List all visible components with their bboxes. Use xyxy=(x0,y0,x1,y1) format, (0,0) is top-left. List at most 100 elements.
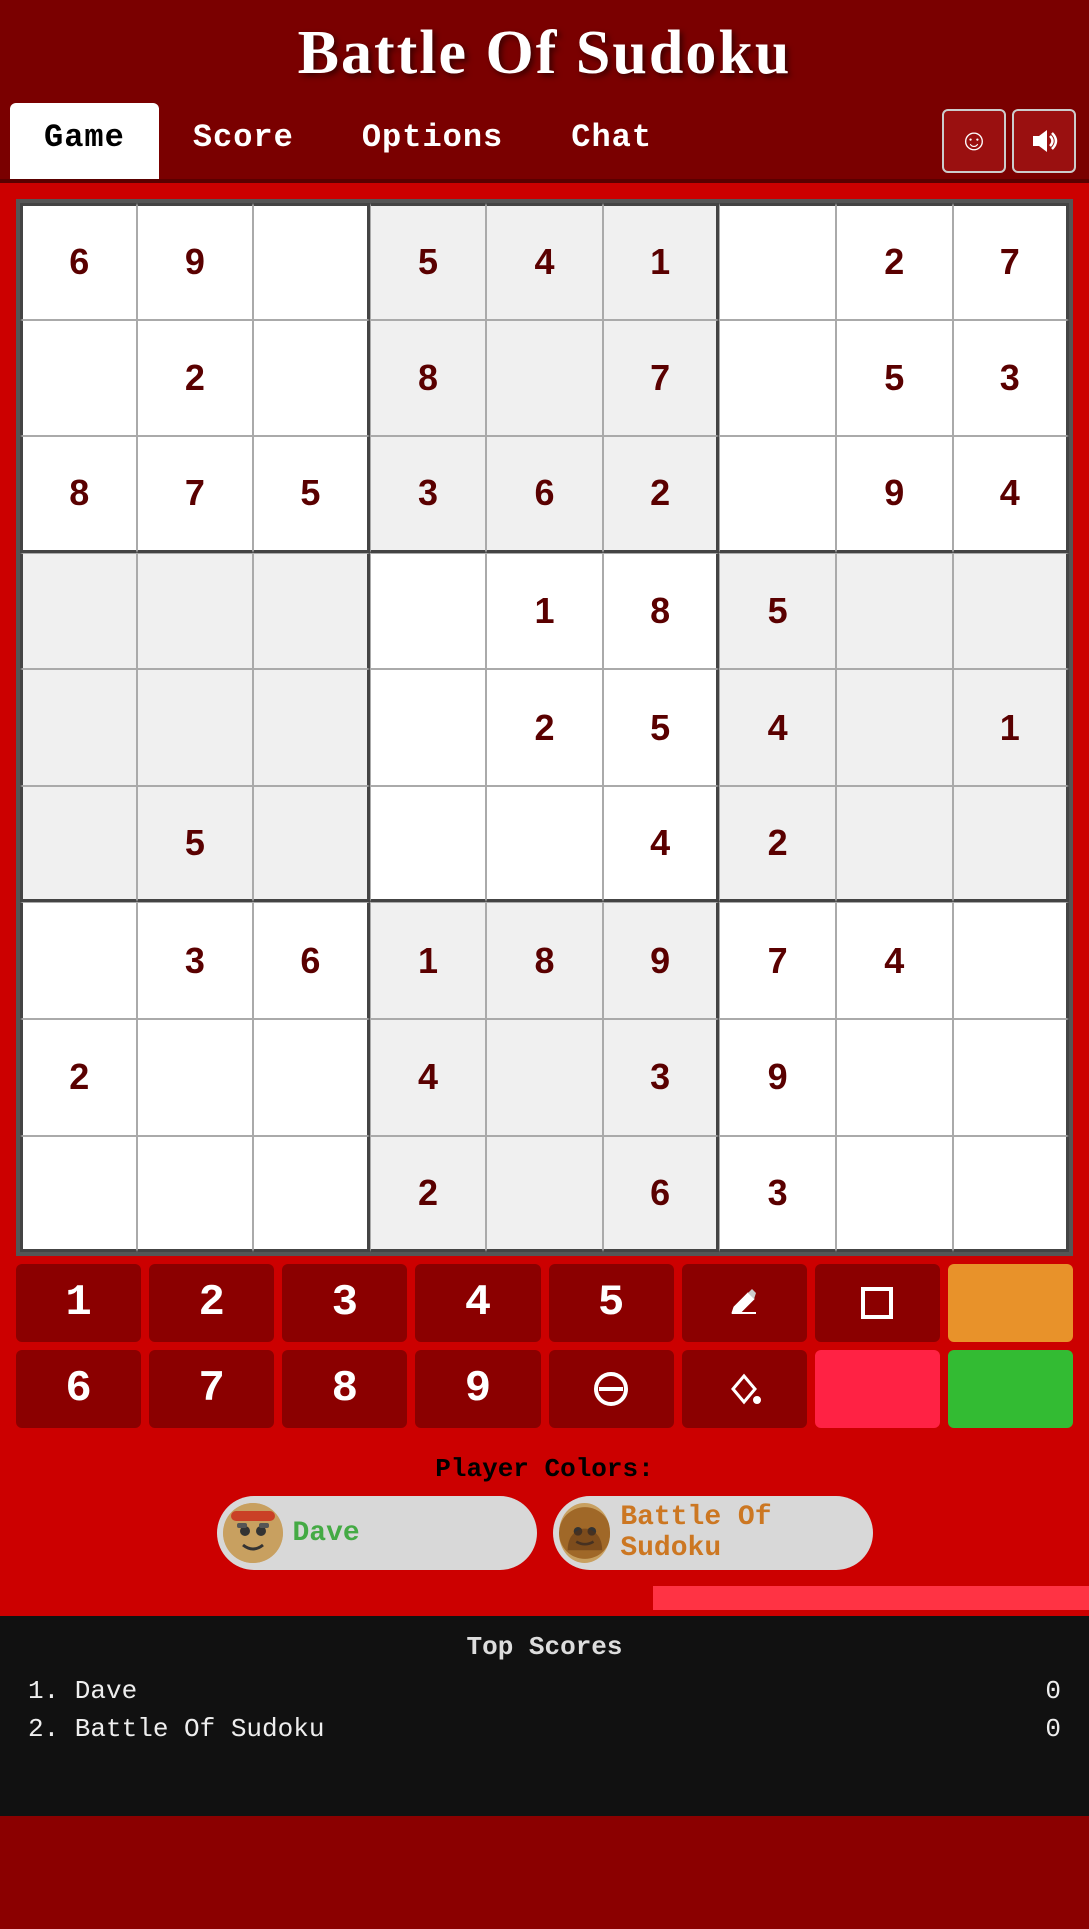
cell[interactable]: 3 xyxy=(370,436,487,553)
cell[interactable] xyxy=(953,553,1070,670)
cell[interactable]: 1 xyxy=(486,553,603,670)
cell[interactable] xyxy=(719,320,836,437)
cell[interactable] xyxy=(836,1136,953,1253)
num-btn-6[interactable]: 6 xyxy=(16,1350,141,1428)
num-btn-4[interactable]: 4 xyxy=(415,1264,540,1342)
cell[interactable]: 2 xyxy=(486,669,603,786)
cell[interactable] xyxy=(953,1019,1070,1136)
cell[interactable]: 5 xyxy=(137,786,254,903)
cell[interactable]: 4 xyxy=(603,786,720,903)
cell[interactable]: 6 xyxy=(603,1136,720,1253)
cell[interactable]: 8 xyxy=(486,902,603,1019)
num-btn-9[interactable]: 9 xyxy=(415,1350,540,1428)
cell[interactable]: 5 xyxy=(603,669,720,786)
cell[interactable]: 2 xyxy=(370,1136,487,1253)
cell[interactable]: 7 xyxy=(137,436,254,553)
cell[interactable] xyxy=(370,553,487,670)
cell[interactable]: 4 xyxy=(953,436,1070,553)
tab-options[interactable]: Options xyxy=(328,103,537,179)
cell[interactable]: 1 xyxy=(370,902,487,1019)
cell[interactable]: 2 xyxy=(836,203,953,320)
cell[interactable] xyxy=(719,436,836,553)
cell[interactable]: 7 xyxy=(719,902,836,1019)
cell[interactable]: 9 xyxy=(719,1019,836,1136)
tab-game[interactable]: Game xyxy=(10,103,159,179)
color-green-btn[interactable] xyxy=(948,1350,1073,1428)
cell[interactable] xyxy=(253,553,370,670)
cell[interactable] xyxy=(836,553,953,670)
cell[interactable]: 2 xyxy=(719,786,836,903)
cell[interactable] xyxy=(719,203,836,320)
cell[interactable]: 5 xyxy=(253,436,370,553)
cell[interactable]: 9 xyxy=(836,436,953,553)
cell[interactable] xyxy=(20,902,137,1019)
cell[interactable] xyxy=(486,320,603,437)
cell[interactable] xyxy=(20,669,137,786)
cell[interactable] xyxy=(20,1136,137,1253)
cell[interactable]: 6 xyxy=(20,203,137,320)
cell[interactable] xyxy=(137,1019,254,1136)
cell[interactable]: 7 xyxy=(603,320,720,437)
cell[interactable] xyxy=(20,553,137,670)
fill-btn[interactable] xyxy=(682,1350,807,1428)
cell[interactable] xyxy=(370,669,487,786)
cell[interactable] xyxy=(953,902,1070,1019)
color-black-btn[interactable] xyxy=(815,1350,940,1428)
smiley-icon[interactable]: ☺ xyxy=(942,109,1006,173)
tab-score[interactable]: Score xyxy=(159,103,328,179)
cell[interactable] xyxy=(486,786,603,903)
cell[interactable]: 6 xyxy=(253,902,370,1019)
cell[interactable] xyxy=(20,320,137,437)
cell[interactable] xyxy=(253,786,370,903)
tab-chat[interactable]: Chat xyxy=(537,103,686,179)
cell[interactable]: 8 xyxy=(370,320,487,437)
cell[interactable]: 3 xyxy=(953,320,1070,437)
cell[interactable] xyxy=(953,786,1070,903)
num-btn-8[interactable]: 8 xyxy=(282,1350,407,1428)
cell[interactable]: 4 xyxy=(486,203,603,320)
sound-icon[interactable] xyxy=(1012,109,1076,173)
cell[interactable] xyxy=(137,553,254,670)
cell[interactable]: 8 xyxy=(20,436,137,553)
cell[interactable] xyxy=(370,786,487,903)
cell[interactable]: 5 xyxy=(719,553,836,670)
cell[interactable]: 6 xyxy=(486,436,603,553)
cell[interactable]: 9 xyxy=(137,203,254,320)
cell[interactable]: 2 xyxy=(603,436,720,553)
cell[interactable] xyxy=(253,203,370,320)
cell[interactable]: 3 xyxy=(719,1136,836,1253)
num-btn-1[interactable]: 1 xyxy=(16,1264,141,1342)
cell[interactable] xyxy=(253,320,370,437)
cell[interactable] xyxy=(253,669,370,786)
num-btn-7[interactable]: 7 xyxy=(149,1350,274,1428)
num-btn-2[interactable]: 2 xyxy=(149,1264,274,1342)
cell[interactable] xyxy=(486,1019,603,1136)
cell[interactable]: 1 xyxy=(603,203,720,320)
cell[interactable] xyxy=(253,1019,370,1136)
cell[interactable]: 8 xyxy=(603,553,720,670)
square-btn[interactable] xyxy=(815,1264,940,1342)
cell[interactable]: 2 xyxy=(20,1019,137,1136)
cell[interactable]: 3 xyxy=(137,902,254,1019)
color-orange-btn[interactable] xyxy=(948,1264,1073,1342)
cell[interactable] xyxy=(137,669,254,786)
cell[interactable] xyxy=(953,1136,1070,1253)
cell[interactable] xyxy=(486,1136,603,1253)
num-btn-5[interactable]: 5 xyxy=(549,1264,674,1342)
erase-btn[interactable] xyxy=(549,1350,674,1428)
num-btn-3[interactable]: 3 xyxy=(282,1264,407,1342)
cell[interactable]: 9 xyxy=(603,902,720,1019)
cell[interactable]: 5 xyxy=(370,203,487,320)
cell[interactable] xyxy=(253,1136,370,1253)
cell[interactable] xyxy=(836,786,953,903)
cell[interactable]: 4 xyxy=(836,902,953,1019)
cell[interactable] xyxy=(20,786,137,903)
cell[interactable]: 4 xyxy=(370,1019,487,1136)
cell[interactable] xyxy=(137,1136,254,1253)
cell[interactable]: 1 xyxy=(953,669,1070,786)
cell[interactable]: 5 xyxy=(836,320,953,437)
cell[interactable]: 4 xyxy=(719,669,836,786)
cell[interactable] xyxy=(836,669,953,786)
cell[interactable] xyxy=(836,1019,953,1136)
pencil-btn[interactable] xyxy=(682,1264,807,1342)
